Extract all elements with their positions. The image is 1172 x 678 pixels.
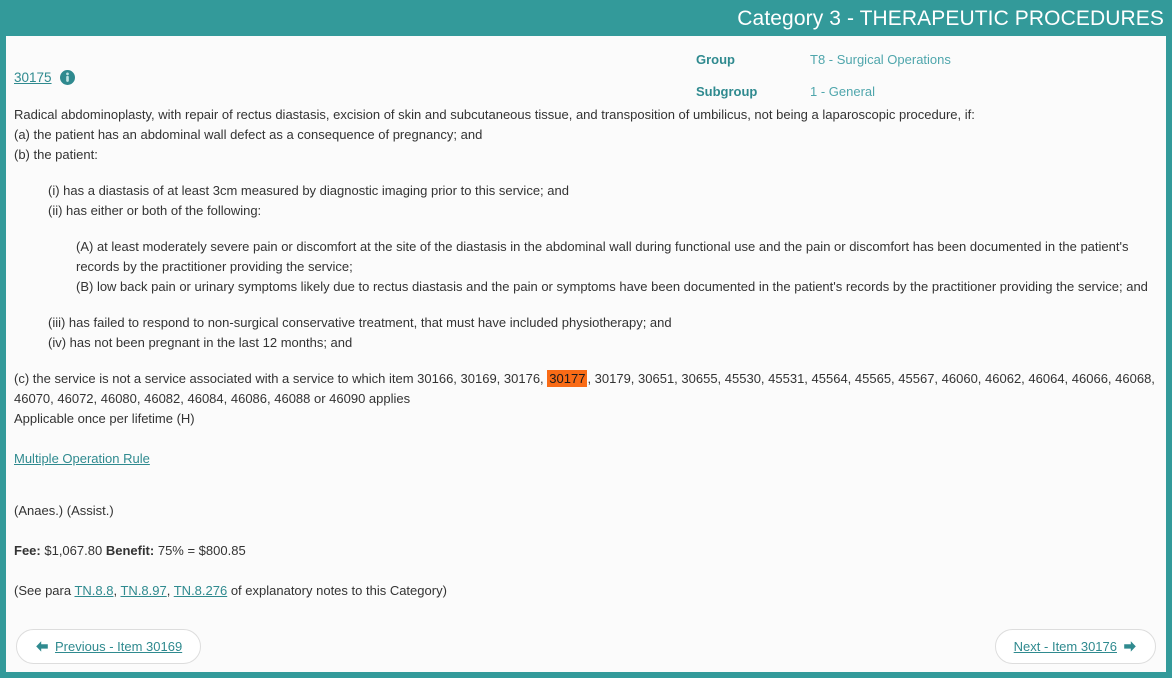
fee-benefit-row: Fee: $1,067.80 Benefit: 75% = $800.85: [14, 541, 1158, 561]
applicable-note: Applicable once per lifetime (H): [14, 411, 195, 426]
previous-item-label: Previous - Item 30169: [55, 639, 183, 654]
description-sub-ii: (ii) has either or both of the following…: [48, 203, 262, 218]
fee-label: Fee:: [14, 543, 41, 558]
description-clause-c: (c) the service is not a service associa…: [14, 369, 1158, 409]
arrow-right-icon: [1123, 640, 1137, 654]
notes-separator-2: ,: [166, 583, 174, 598]
info-circle-icon[interactable]: [59, 70, 75, 85]
anaes-assist-flags: (Anaes.) (Assist.): [14, 503, 114, 518]
group-value: T8 - Surgical Operations: [810, 52, 951, 67]
benefit-value: 75% = $800.85: [157, 543, 246, 558]
highlighted-item-number: 30177: [547, 370, 588, 387]
multiple-operation-rule-row: Multiple Operation Rule: [14, 449, 1158, 469]
description-lead: Radical abdominoplasty, with repair of r…: [14, 107, 975, 122]
description-sub-i: (i) has a diastasis of at least 3cm meas…: [48, 183, 569, 198]
item-navigation: Previous - Item 30169 Next - Item 30176: [6, 629, 1166, 672]
group-label: Group: [696, 52, 735, 67]
description-clause-b: (b) the patient:: [14, 147, 98, 162]
item-meta-strip: 30175 Group T8 - Surgical Operations Sub…: [6, 36, 1166, 105]
description-sub-a: (A) at least moderately severe pain or d…: [76, 239, 1129, 274]
multiple-operation-rule-link[interactable]: Multiple Operation Rule: [14, 451, 150, 466]
category-header: Category 3 - THERAPEUTIC PROCEDURES: [0, 0, 1172, 36]
explanatory-notes-row: (See para TN.8.8, TN.8.97, TN.8.276 of e…: [14, 581, 1158, 601]
page-title: Category 3 - THERAPEUTIC PROCEDURES: [737, 6, 1164, 30]
description-clause-a: (a) the patient has an abdominal wall de…: [14, 127, 483, 142]
description-sub-iv: (iv) has not been pregnant in the last 1…: [48, 335, 353, 350]
previous-item-button[interactable]: Previous - Item 30169: [16, 629, 202, 664]
description-sub-b: (B) low back pain or urinary symptoms li…: [76, 279, 1148, 294]
fee-value: $1,067.80: [44, 543, 103, 558]
notes-prefix: (See para: [14, 583, 75, 598]
mbs-item-card: Category 3 - THERAPEUTIC PROCEDURES 3017…: [0, 0, 1172, 678]
explanatory-note-link-tn8276[interactable]: TN.8.276: [174, 583, 227, 598]
explanatory-note-link-tn897[interactable]: TN.8.97: [120, 583, 166, 598]
benefit-label: Benefit:: [105, 543, 155, 558]
clause-c-prefix: (c) the service is not a service associa…: [14, 371, 548, 386]
next-item-label: Next - Item 30176: [1013, 639, 1117, 654]
next-item-button[interactable]: Next - Item 30176: [994, 629, 1156, 664]
subgroup-value: 1 - General: [810, 84, 876, 99]
explanatory-note-link-tn88[interactable]: TN.8.8: [74, 583, 113, 598]
arrow-left-icon: [35, 640, 49, 654]
group-subgroup-table: Group T8 - Surgical Operations Subgroup …: [696, 48, 1166, 99]
item-description: Radical abdominoplasty, with repair of r…: [6, 105, 1166, 629]
item-number-block: 30175: [6, 48, 696, 85]
subgroup-label: Subgroup: [696, 84, 758, 99]
item-number-link[interactable]: 30175: [14, 70, 52, 85]
notes-suffix: of explanatory notes to this Category): [227, 583, 447, 598]
description-sub-iii: (iii) has failed to respond to non-surgi…: [48, 315, 672, 330]
